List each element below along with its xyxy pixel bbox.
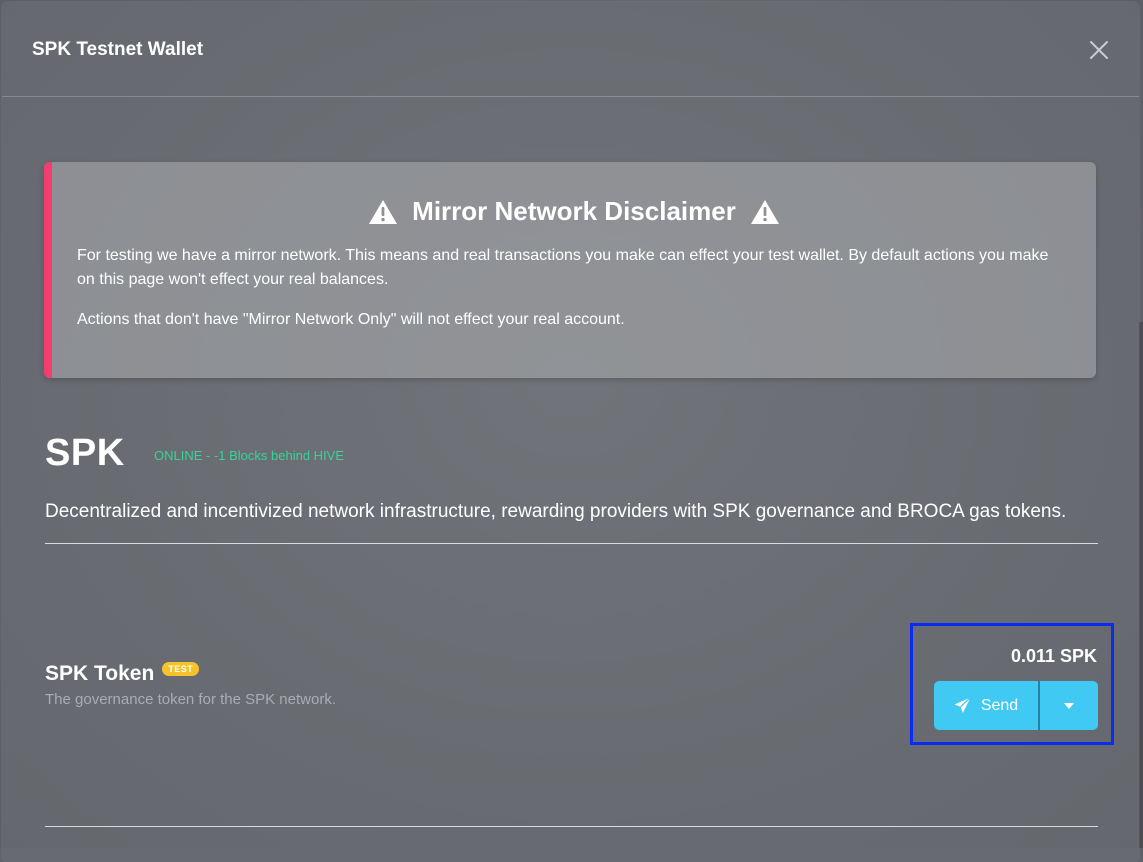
disclaimer-heading: Mirror Network Disclaimer: [52, 196, 1096, 227]
spk-heading: SPK: [45, 432, 125, 474]
send-button[interactable]: Send: [934, 681, 1038, 730]
modal-title: SPK Testnet Wallet: [32, 39, 204, 60]
token-actions: 0.011 SPK Send: [910, 623, 1114, 745]
disclaimer-paragraph-1: For testing we have a mirror network. Th…: [77, 247, 1049, 288]
wallet-modal: SPK Testnet Wallet Mirror Network Discla…: [2, 2, 1139, 862]
modal-header: SPK Testnet Wallet: [2, 2, 1139, 97]
close-button[interactable]: [1085, 36, 1113, 64]
test-badge: TEST: [162, 662, 200, 676]
spk-description: Decentralized and incentivized network i…: [45, 501, 1067, 522]
section-divider-bottom: [45, 826, 1098, 827]
token-name: SPK Token: [45, 662, 155, 685]
disclaimer-accent-bar: [44, 162, 52, 378]
network-status: ONLINE - -1 Blocks behind HIVE: [154, 448, 345, 463]
warning-icon: [369, 199, 398, 224]
send-button-group: Send: [934, 681, 1098, 730]
background-edge: [1139, 322, 1143, 848]
disclaimer-paragraph-2: Actions that don't have "Mirror Network …: [77, 311, 625, 328]
send-label: Send: [980, 696, 1019, 714]
close-icon: [1090, 41, 1108, 59]
disclaimer-title: Mirror Network Disclaimer: [412, 196, 736, 226]
token-description: The governance token for the SPK network…: [45, 691, 336, 708]
caret-down-icon: [1064, 702, 1074, 709]
warning-icon: [750, 199, 779, 224]
send-options-dropdown[interactable]: [1040, 681, 1098, 730]
section-divider: [45, 543, 1098, 544]
token-balance: 0.011 SPK: [1010, 646, 1097, 666]
mirror-network-disclaimer: Mirror Network Disclaimer For testing we…: [44, 162, 1096, 378]
token-title: SPK Token TEST: [45, 662, 200, 686]
paper-plane-icon: [954, 697, 971, 713]
